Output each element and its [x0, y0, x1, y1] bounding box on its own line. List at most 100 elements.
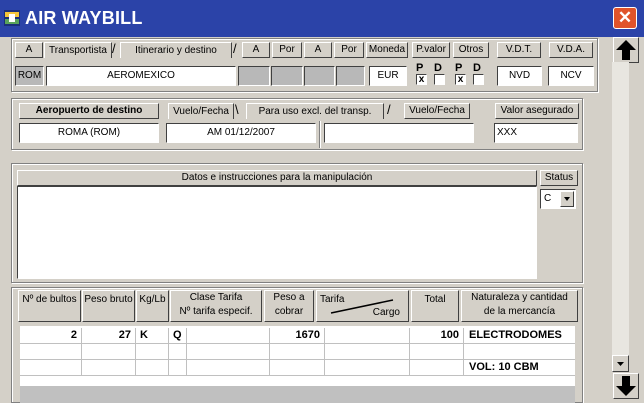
- cell-bultos[interactable]: [20, 360, 82, 376]
- title-bar: AIR WAYBILL ✕: [0, 0, 644, 37]
- carrier-field[interactable]: AEROMEXICO: [46, 66, 236, 86]
- cell-peso-cobrar[interactable]: [270, 344, 325, 360]
- header-naturaleza[interactable]: Naturaleza y cantidad de la mercancía: [461, 290, 578, 322]
- tab-uso-transp[interactable]: Para uso excl. del transp.: [246, 103, 384, 119]
- otros-button[interactable]: Otros: [453, 42, 489, 58]
- table-row[interactable]: 2 27 K Q 1670 100 ELECTRODOMES: [20, 328, 575, 344]
- close-button[interactable]: ✕: [613, 7, 637, 29]
- cell-peso-bruto[interactable]: 27: [82, 328, 136, 344]
- otros-d-checkbox[interactable]: [473, 74, 484, 85]
- header-peso-cobrar-line1: Peso a: [273, 292, 305, 303]
- close-icon: ✕: [617, 8, 633, 27]
- header-clase-tarifa[interactable]: Clase Tarifa Nº tarifa especif.: [170, 290, 262, 322]
- cell-bultos[interactable]: 2: [20, 328, 82, 344]
- vertical-scroll-down[interactable]: [612, 355, 629, 372]
- table-row[interactable]: VOL: 10 CBM: [20, 360, 575, 376]
- header-total[interactable]: Total: [411, 290, 459, 322]
- aeropuerto-destino-button[interactable]: Aeropuerto de destino: [19, 103, 159, 119]
- pvalor-p-label: P: [416, 62, 424, 74]
- vertical-scrollbar-track[interactable]: [612, 62, 629, 372]
- route-by-2-field[interactable]: [336, 66, 365, 86]
- cell-bultos[interactable]: [20, 344, 82, 360]
- vda-field[interactable]: NCV: [548, 66, 594, 86]
- route-a-button-1[interactable]: A: [242, 42, 270, 58]
- header-bultos[interactable]: Nº de bultos: [18, 290, 81, 322]
- insured-value-field[interactable]: XXX: [494, 123, 578, 143]
- pvalor-d-checkbox[interactable]: [434, 74, 445, 85]
- cell-tarifa-cargo[interactable]: [325, 328, 410, 344]
- route-por-button-2[interactable]: Por: [334, 42, 364, 58]
- goods-grid: 2 27 K Q 1670 100 ELECTRODOMES VOL: 10 C…: [20, 326, 575, 386]
- vdt-button[interactable]: V.D.T.: [497, 42, 541, 58]
- check-mark: x: [418, 74, 425, 85]
- pvalor-p-checkbox[interactable]: x: [416, 74, 427, 85]
- cell-clase[interactable]: [169, 360, 187, 376]
- cell-tarifa-n[interactable]: [187, 360, 270, 376]
- waybill-app-icon: [4, 10, 20, 26]
- cell-kg-lb[interactable]: [136, 360, 169, 376]
- tab-slash: /: [112, 41, 116, 56]
- cell-naturaleza[interactable]: ELECTRODOMES: [464, 328, 575, 344]
- otros-p-checkbox[interactable]: x: [455, 74, 466, 85]
- tab-vuelo-fecha-1[interactable]: Vuelo/Fecha: [168, 103, 234, 119]
- cell-naturaleza[interactable]: VOL: 10 CBM: [464, 360, 575, 376]
- cell-total[interactable]: 100: [410, 328, 464, 344]
- currency-field[interactable]: EUR: [369, 66, 407, 86]
- vda-button[interactable]: V.D.A.: [549, 42, 593, 58]
- tab-itinerario-destino[interactable]: Itinerario y destino: [120, 42, 232, 58]
- cell-peso-bruto[interactable]: [82, 360, 136, 376]
- carrier-use-field[interactable]: [324, 123, 474, 143]
- cell-peso-bruto[interactable]: [82, 344, 136, 360]
- airport-field[interactable]: ROMA (ROM): [19, 123, 159, 143]
- vuelo-fecha-2-button[interactable]: Vuelo/Fecha: [404, 103, 470, 119]
- cell-tarifa-cargo[interactable]: [325, 360, 410, 376]
- chevron-down-icon: [617, 362, 624, 366]
- flight-date-field[interactable]: AM 01/12/2007: [166, 123, 316, 143]
- header-peso-cobrar[interactable]: Peso a cobrar: [264, 290, 314, 322]
- scroll-down-button[interactable]: [613, 373, 639, 399]
- route-to-1-field[interactable]: [238, 66, 270, 86]
- table-row[interactable]: [20, 376, 575, 386]
- header-peso-bruto[interactable]: Peso bruto: [82, 290, 135, 322]
- grid-footer-band: [20, 386, 575, 403]
- moneda-button[interactable]: Moneda: [366, 42, 408, 58]
- route-a-button-2[interactable]: A: [304, 42, 332, 58]
- cell-kg-lb[interactable]: K: [136, 328, 169, 344]
- vdt-field[interactable]: NVD: [497, 66, 542, 86]
- route-by-1-field[interactable]: [271, 66, 303, 86]
- tab-backslash: \: [235, 102, 239, 117]
- tab-slash-2: /: [233, 41, 237, 56]
- valor-asegurado-button[interactable]: Valor asegurado: [495, 103, 579, 119]
- handling-textarea[interactable]: [17, 186, 537, 279]
- cell-tarifa-n[interactable]: [187, 328, 270, 344]
- destination-divider: [319, 121, 321, 148]
- cell-tarifa-cargo[interactable]: [325, 344, 410, 360]
- cell-clase[interactable]: Q: [169, 328, 187, 344]
- route-por-button-1[interactable]: Por: [272, 42, 302, 58]
- header-kg-lb[interactable]: Kg/Lb: [136, 290, 169, 322]
- cell-tarifa-n[interactable]: [187, 344, 270, 360]
- table-row[interactable]: [20, 344, 575, 360]
- scroll-up-button[interactable]: [613, 37, 639, 63]
- status-select[interactable]: C: [540, 189, 576, 209]
- cell-naturaleza[interactable]: [464, 344, 575, 360]
- cell-clase[interactable]: [169, 344, 187, 360]
- cell-peso-cobrar[interactable]: [270, 360, 325, 376]
- route-to-2-field[interactable]: [304, 66, 335, 86]
- status-value: C: [544, 193, 552, 204]
- chevron-down-icon[interactable]: [560, 191, 574, 207]
- pvalor-button[interactable]: P.valor: [412, 42, 450, 58]
- otros-p-label: P: [455, 62, 463, 74]
- header-tarifa-cargo[interactable]: Tarifa Cargo: [316, 290, 409, 322]
- handling-header: Datos e instrucciones para la manipulaci…: [17, 170, 537, 186]
- status-label: Status: [540, 170, 578, 186]
- cell-total[interactable]: [410, 344, 464, 360]
- origin-a-button[interactable]: A: [15, 42, 43, 58]
- cell-peso-cobrar[interactable]: 1670: [270, 328, 325, 344]
- tab-transportista[interactable]: Transportista: [44, 42, 112, 58]
- cell-kg-lb[interactable]: [136, 344, 169, 360]
- origin-field[interactable]: ROM: [15, 66, 44, 86]
- scroll-down-icon: [616, 376, 636, 396]
- cell-total[interactable]: [410, 360, 464, 376]
- header-clase-tarifa-line2: Nº tarifa especif.: [179, 306, 253, 317]
